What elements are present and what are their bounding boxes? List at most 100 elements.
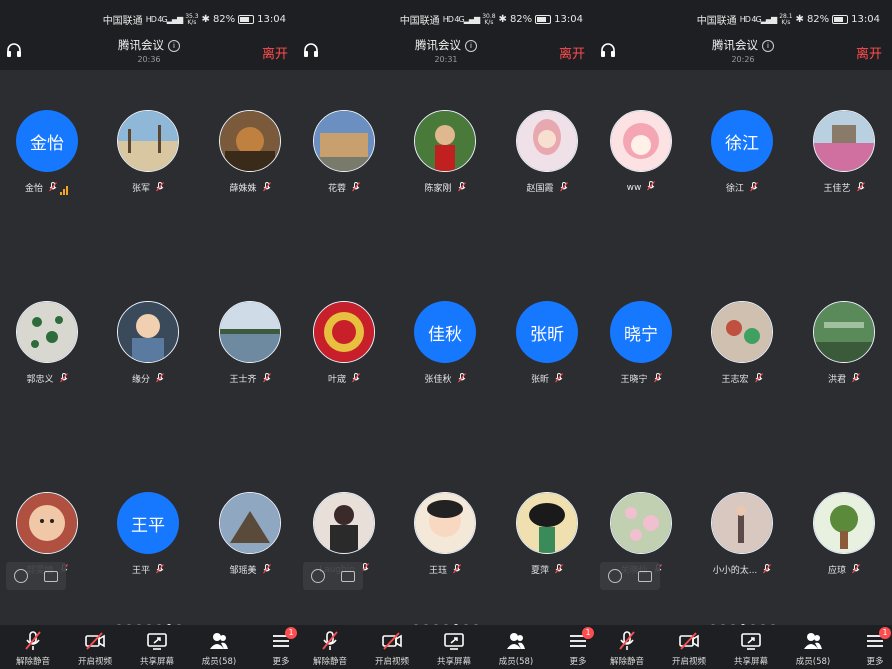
emoji-icon[interactable] [608, 569, 622, 583]
toolbar-button[interactable]: 开启视频 [64, 625, 126, 669]
carrier-label: 中国联通 [102, 16, 143, 27]
toolbar-button[interactable]: 1 更多 [547, 625, 595, 669]
avatar[interactable] [610, 110, 672, 172]
participant-tile[interactable]: 夏萍 [497, 488, 595, 588]
toolbar-label: 解除静音 [609, 657, 644, 667]
participant-tile[interactable]: 薛姝姝 [200, 106, 298, 206]
participant-tile[interactable]: 王佳艺 [794, 106, 892, 206]
avatar[interactable] [313, 301, 375, 363]
toolbar-label: 开启视频 [671, 657, 706, 667]
participant-tile[interactable]: 洪君 [794, 297, 892, 397]
toolbar-label: 共享屏幕 [436, 657, 471, 667]
meeting-title[interactable]: 腾讯会议 i [297, 37, 595, 53]
reaction-bar[interactable] [303, 562, 363, 590]
avatar[interactable] [117, 110, 179, 172]
info-icon[interactable]: i [465, 40, 477, 52]
avatar[interactable]: 晓宁 [610, 301, 672, 363]
participant-tile[interactable]: 张军 [98, 106, 198, 206]
participant-tile[interactable]: 佳秋 张佳秋 [395, 297, 495, 397]
avatar[interactable] [219, 492, 281, 554]
toolbar-button[interactable]: 开启视频 [361, 625, 423, 669]
participant-tile[interactable]: 叶宬 [297, 297, 394, 397]
leave-button[interactable]: 离开 [559, 43, 585, 62]
mic-muted-icon [262, 182, 271, 192]
toolbar-button[interactable]: 共享屏幕 [720, 625, 782, 669]
avatar[interactable] [414, 110, 476, 172]
participant-tile[interactable]: 应琼 [794, 488, 892, 588]
chat-icon[interactable] [341, 570, 355, 582]
avatar[interactable] [414, 492, 476, 554]
avatar[interactable] [516, 110, 578, 172]
participant-tile[interactable]: 赵国霞 [497, 106, 595, 206]
avatar[interactable]: 金怡 [16, 110, 78, 172]
avatar[interactable] [813, 301, 875, 363]
participant-tile[interactable]: 徐江 徐江 [692, 106, 792, 206]
participant-tile[interactable]: 金怡 金怡 [0, 106, 97, 206]
toolbar-button[interactable]: 成员(58) [782, 625, 844, 669]
chat-icon[interactable] [638, 570, 652, 582]
avatar[interactable] [16, 492, 78, 554]
toolbar-button[interactable]: 开启视频 [658, 625, 720, 669]
participant-name: 郭忠义 [26, 375, 54, 385]
toolbar-button[interactable]: 解除静音 [596, 625, 658, 669]
avatar[interactable]: 佳秋 [414, 301, 476, 363]
avatar[interactable] [813, 110, 875, 172]
toolbar-button[interactable]: 解除静音 [2, 625, 64, 669]
avatar[interactable] [610, 492, 672, 554]
battery-percent: 82% [806, 14, 830, 25]
participant-tile[interactable]: 张昕 张昕 [497, 297, 595, 397]
avatar[interactable] [313, 492, 375, 554]
mic-muted-icon [559, 182, 568, 192]
avatar[interactable] [117, 301, 179, 363]
emoji-icon[interactable] [311, 569, 325, 583]
notification-badge: 1 [879, 627, 891, 639]
meeting-title[interactable]: 腾讯会议 i [594, 37, 892, 53]
participant-tile[interactable]: ww [594, 106, 691, 206]
participant-tile[interactable]: 陈家刚 [395, 106, 495, 206]
avatar[interactable] [516, 492, 578, 554]
avatar[interactable] [219, 301, 281, 363]
meeting-title[interactable]: 腾讯会议 i [0, 37, 298, 53]
toolbar-button[interactable]: 共享屏幕 [126, 625, 188, 669]
participant-tile[interactable]: 晓宁 王晓宁 [594, 297, 691, 397]
reaction-bar[interactable] [600, 562, 660, 590]
emoji-icon[interactable] [14, 569, 28, 583]
participant-tile[interactable]: 郭忠义 [0, 297, 97, 397]
toolbar-button[interactable]: 1 更多 [250, 625, 298, 669]
avatar[interactable]: 徐江 [711, 110, 773, 172]
participant-tile[interactable]: 邹瑶美 [200, 488, 298, 588]
avatar[interactable] [313, 110, 375, 172]
avatar[interactable] [16, 301, 78, 363]
toolbar-button[interactable]: 解除静音 [299, 625, 361, 669]
participant-tile[interactable]: 王平 王平 [98, 488, 198, 588]
participant-tile[interactable]: 王士齐 [200, 297, 298, 397]
toolbar-label: 共享屏幕 [733, 657, 768, 667]
participant-tile[interactable]: 王珏 [395, 488, 495, 588]
mic-muted-icon [352, 182, 360, 192]
reaction-bar[interactable] [6, 562, 66, 590]
toolbar-button[interactable]: 共享屏幕 [423, 625, 485, 669]
participant-tile[interactable]: 花蓉 [297, 106, 394, 206]
mic-muted-icon [156, 564, 164, 574]
info-icon[interactable]: i [168, 40, 180, 52]
battery-icon [832, 15, 849, 24]
participant-tile[interactable]: 小小的太... [692, 488, 792, 588]
chat-icon[interactable] [44, 570, 58, 582]
participant-tile[interactable]: 王志宏 [692, 297, 792, 397]
info-icon[interactable]: i [762, 40, 774, 52]
leave-button[interactable]: 离开 [856, 43, 882, 62]
meeting-panel: 中国联通 HD 4G▂▄▆ 28.1 K/s ✱ 82% 13:04 腾讯会议 i 20:26 离开… [594, 0, 892, 669]
leave-button[interactable]: 离开 [262, 43, 288, 62]
battery-icon [238, 15, 255, 24]
avatar[interactable]: 王平 [117, 492, 179, 554]
participant-tile[interactable]: 缘分 [98, 297, 198, 397]
signal-icon: HD 4G▂▄▆ [442, 15, 480, 24]
toolbar-button[interactable]: 成员(58) [485, 625, 547, 669]
avatar[interactable] [711, 301, 773, 363]
avatar[interactable] [219, 110, 281, 172]
avatar[interactable]: 张昕 [516, 301, 578, 363]
avatar[interactable] [813, 492, 875, 554]
avatar[interactable] [711, 492, 773, 554]
toolbar-button[interactable]: 成员(58) [188, 625, 250, 669]
toolbar-button[interactable]: 1 更多 [844, 625, 892, 669]
